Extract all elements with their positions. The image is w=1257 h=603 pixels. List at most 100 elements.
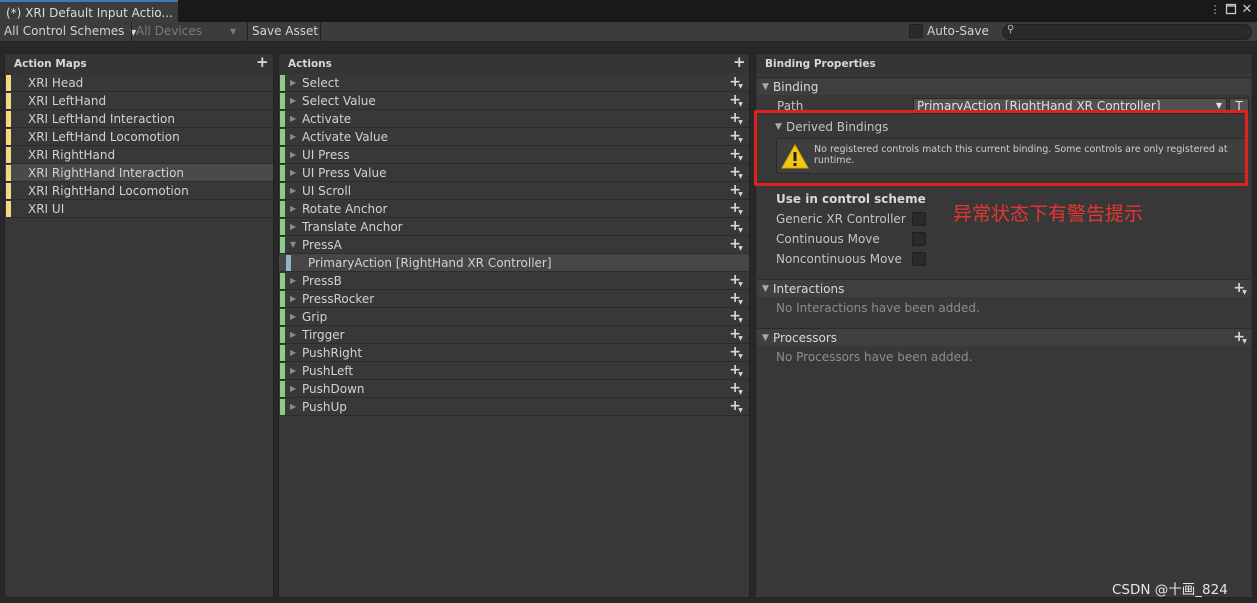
- action-map-item[interactable]: XRI RightHand Interaction: [5, 164, 273, 182]
- action-label: Activate Value: [302, 130, 388, 144]
- add-binding-icon[interactable]: + ▼: [729, 344, 743, 361]
- action-item[interactable]: ▶ Grip + ▼: [279, 308, 749, 326]
- collapsed-triangle-icon[interactable]: ▶: [290, 218, 296, 236]
- add-binding-icon[interactable]: + ▼: [729, 326, 743, 343]
- action-map-item[interactable]: XRI LeftHand Locomotion: [5, 128, 273, 146]
- add-binding-icon[interactable]: + ▼: [729, 146, 743, 163]
- toolbar: All Control Schemes ▼ All Devices ▼ Save…: [0, 22, 1257, 42]
- action-map-item[interactable]: XRI LeftHand: [5, 92, 273, 110]
- collapsed-triangle-icon[interactable]: ▶: [290, 308, 296, 326]
- action-item[interactable]: ▶ PressRocker + ▼: [279, 290, 749, 308]
- collapsed-triangle-icon[interactable]: ▶: [290, 146, 296, 164]
- collapsed-triangle-icon[interactable]: ▶: [290, 380, 296, 398]
- maximize-icon[interactable]: [1224, 3, 1238, 17]
- add-binding-icon[interactable]: + ▼: [729, 308, 743, 325]
- collapsed-triangle-icon[interactable]: ▶: [290, 344, 296, 362]
- collapsed-triangle-icon[interactable]: ▶: [290, 362, 296, 380]
- action-item[interactable]: ▶ PushRight + ▼: [279, 344, 749, 362]
- search-input[interactable]: ⚲: [1002, 24, 1252, 40]
- add-binding-icon[interactable]: + ▼: [729, 398, 743, 415]
- collapsed-triangle-icon[interactable]: ▶: [290, 200, 296, 218]
- collapsed-triangle-icon[interactable]: ▶: [290, 128, 296, 146]
- add-binding-icon[interactable]: + ▼: [729, 164, 743, 181]
- color-strip: [280, 327, 285, 343]
- action-item[interactable]: ▶ Activate + ▼: [279, 110, 749, 128]
- add-binding-icon[interactable]: + ▼: [729, 272, 743, 289]
- control-schemes-dropdown[interactable]: All Control Schemes ▼: [4, 22, 136, 42]
- kebab-menu-icon[interactable]: ⋮: [1208, 3, 1222, 17]
- action-map-label: XRI RightHand Locomotion: [28, 184, 189, 198]
- binding-item[interactable]: PrimaryAction [RightHand XR Controller]: [279, 254, 749, 272]
- add-binding-icon[interactable]: + ▼: [729, 218, 743, 235]
- action-label: PushRight: [302, 346, 363, 360]
- action-maps-panel: Action Maps + XRI Head XRI LeftHand XRI Le…: [4, 53, 274, 598]
- add-binding-icon[interactable]: + ▼: [729, 92, 743, 109]
- scheme-checkbox-continuous-move[interactable]: [912, 232, 926, 246]
- binding-properties-title: Binding Properties: [765, 58, 876, 70]
- action-item[interactable]: ▶ Tirgger + ▼: [279, 326, 749, 344]
- color-strip: [280, 111, 285, 127]
- add-binding-icon[interactable]: + ▼: [729, 380, 743, 397]
- action-item[interactable]: ▶ UI Scroll + ▼: [279, 182, 749, 200]
- add-binding-icon[interactable]: + ▼: [729, 74, 743, 91]
- action-item[interactable]: ▶ PushDown + ▼: [279, 380, 749, 398]
- interactions-empty-text: No Interactions have been added.: [776, 301, 980, 315]
- collapsed-triangle-icon[interactable]: ▶: [290, 92, 296, 110]
- add-binding-icon[interactable]: + ▼: [729, 182, 743, 199]
- action-item[interactable]: ▶ UI Press Value + ▼: [279, 164, 749, 182]
- expand-triangle-icon: ▼: [762, 284, 769, 294]
- action-item[interactable]: ▶ Rotate Anchor + ▼: [279, 200, 749, 218]
- action-item[interactable]: ▶ Activate Value + ▼: [279, 128, 749, 146]
- action-item[interactable]: ▶ PressB + ▼: [279, 272, 749, 290]
- add-binding-icon[interactable]: + ▼: [729, 290, 743, 307]
- action-map-item[interactable]: XRI RightHand Locomotion: [5, 182, 273, 200]
- dropdown-arrow-icon: ▼: [230, 27, 237, 36]
- collapsed-triangle-icon[interactable]: ▶: [290, 74, 296, 92]
- interactions-label: Interactions: [773, 282, 845, 296]
- add-interaction-icon[interactable]: + ▼: [1233, 280, 1247, 297]
- save-asset-button[interactable]: Save Asset: [252, 22, 318, 42]
- action-item[interactable]: ▶ Translate Anchor + ▼: [279, 218, 749, 236]
- color-strip: [280, 75, 285, 91]
- collapsed-triangle-icon[interactable]: ▶: [290, 290, 296, 308]
- expanded-triangle-icon[interactable]: ▼: [290, 236, 296, 254]
- collapsed-triangle-icon[interactable]: ▶: [290, 398, 296, 416]
- action-map-item[interactable]: XRI LeftHand Interaction: [5, 110, 273, 128]
- auto-save-checkbox[interactable]: [909, 24, 923, 38]
- action-map-item[interactable]: XRI UI: [5, 200, 273, 218]
- add-binding-icon[interactable]: + ▼: [729, 110, 743, 127]
- processors-section-header[interactable]: ▼ Processors + ▼: [757, 328, 1251, 346]
- collapsed-triangle-icon[interactable]: ▶: [290, 182, 296, 200]
- add-binding-icon[interactable]: + ▼: [729, 128, 743, 145]
- window-tab[interactable]: (*) XRI Default Input Actio...: [0, 0, 178, 22]
- collapsed-triangle-icon[interactable]: ▶: [290, 272, 296, 290]
- color-strip: [280, 183, 285, 199]
- action-item[interactable]: ▶ Select Value + ▼: [279, 92, 749, 110]
- collapsed-triangle-icon[interactable]: ▶: [290, 110, 296, 128]
- add-binding-icon[interactable]: + ▼: [729, 200, 743, 217]
- actions-panel: Actions + ▶ Select + ▼ ▶ Select Value + ▼ ▶ Activ…: [278, 53, 750, 598]
- add-binding-icon[interactable]: + ▼: [729, 362, 743, 379]
- add-action-map-icon[interactable]: +: [256, 54, 269, 71]
- add-binding-icon[interactable]: + ▼: [729, 236, 743, 253]
- add-action-icon[interactable]: +: [733, 54, 746, 71]
- action-map-item[interactable]: XRI RightHand: [5, 146, 273, 164]
- collapsed-triangle-icon[interactable]: ▶: [290, 164, 296, 182]
- close-icon[interactable]: ✕: [1240, 3, 1254, 17]
- collapsed-triangle-icon[interactable]: ▶: [290, 326, 296, 344]
- add-processor-icon[interactable]: + ▼: [1233, 329, 1247, 346]
- action-item[interactable]: ▶ Select + ▼: [279, 74, 749, 92]
- devices-dropdown[interactable]: All Devices ▼: [136, 22, 242, 42]
- interactions-section-header[interactable]: ▼ Interactions + ▼: [757, 279, 1251, 297]
- watermark: CSDN @十画_824: [1112, 582, 1228, 598]
- color-strip: [280, 273, 285, 289]
- action-item[interactable]: ▼ PressA + ▼: [279, 236, 749, 254]
- action-item[interactable]: ▶ PushLeft + ▼: [279, 362, 749, 380]
- action-item[interactable]: ▶ PushUp + ▼: [279, 398, 749, 416]
- binding-section-header[interactable]: ▼ Binding: [757, 77, 1251, 95]
- action-map-label: XRI RightHand Interaction: [28, 166, 185, 180]
- scheme-checkbox-noncontinuous-move[interactable]: [912, 252, 926, 266]
- scheme-checkbox-generic-xr-controller[interactable]: [912, 212, 926, 226]
- action-map-item[interactable]: XRI Head: [5, 74, 273, 92]
- action-item[interactable]: ▶ UI Press + ▼: [279, 146, 749, 164]
